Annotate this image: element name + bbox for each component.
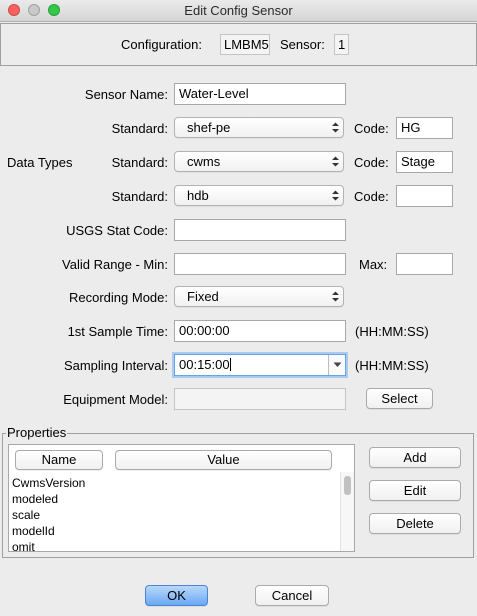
list-item[interactable]: modelId [12, 524, 55, 538]
scrollbar-thumb[interactable] [344, 476, 351, 495]
title-bar: Edit Config Sensor [0, 0, 477, 22]
window-title: Edit Config Sensor [184, 3, 293, 18]
updown-arrows-icon [332, 291, 339, 302]
updown-arrows-icon [332, 156, 339, 167]
code-input-2[interactable]: Stage [396, 151, 453, 173]
data-types-label: Data Types [7, 155, 73, 170]
standard-label-1: Standard: [111, 121, 168, 136]
add-property-button[interactable]: Add [369, 447, 461, 468]
edit-property-button[interactable]: Edit [369, 480, 461, 501]
equipment-model-label: Equipment Model: [63, 392, 168, 407]
cancel-button[interactable]: Cancel [255, 585, 329, 606]
sampling-interval-input[interactable]: 00:15:00 [174, 354, 346, 376]
first-sample-time-format-hint: (HH:MM:SS) [355, 324, 429, 339]
sensor-name-label: Sensor Name: [84, 87, 168, 102]
sensor-value: 1 [334, 34, 349, 55]
select-equipment-button[interactable]: Select [366, 388, 433, 409]
recording-mode-label: Recording Mode: [69, 290, 168, 305]
standard-select-1[interactable]: shef-pe [174, 117, 344, 138]
usgs-stat-code-input[interactable] [174, 219, 346, 241]
usgs-stat-code-label: USGS Stat Code: [66, 223, 168, 238]
sampling-interval-label: Sampling Interval: [63, 358, 168, 373]
code-label-2: Code: [354, 155, 389, 170]
valid-range-min-input[interactable] [174, 253, 346, 275]
code-label-1: Code: [354, 121, 389, 136]
list-item[interactable]: scale [12, 508, 40, 522]
ok-button[interactable]: OK [145, 585, 208, 606]
updown-arrows-icon [332, 122, 339, 133]
text-cursor [229, 358, 231, 371]
max-label: Max: [359, 257, 388, 272]
recording-mode-value: Fixed [187, 289, 219, 304]
updown-arrows-icon [332, 190, 339, 201]
sampling-interval-dropdown-button[interactable] [328, 355, 345, 375]
standard-select-3-value: hdb [187, 188, 209, 203]
standard-select-2[interactable]: cwms [174, 151, 344, 172]
column-header-value[interactable]: Value [115, 450, 332, 470]
sensor-label: Sensor: [280, 37, 325, 52]
list-item[interactable]: modeled [12, 492, 58, 506]
properties-table[interactable]: Name Value CwmsVersion modeled scale mod… [8, 444, 355, 552]
code-input-1[interactable]: HG [396, 117, 453, 139]
standard-label-2: Standard: [111, 155, 168, 170]
properties-scrollbar[interactable] [340, 472, 354, 551]
list-item[interactable]: omit [12, 540, 35, 551]
sampling-interval-format-hint: (HH:MM:SS) [355, 358, 429, 373]
first-sample-time-input[interactable]: 00:00:00 [174, 320, 346, 342]
standard-select-3[interactable]: hdb [174, 185, 344, 206]
sensor-name-input[interactable]: Water-Level [174, 83, 346, 105]
standard-label-3: Standard: [111, 189, 168, 204]
first-sample-time-label: 1st Sample Time: [67, 324, 168, 339]
column-header-name[interactable]: Name [15, 450, 103, 470]
equipment-model-value [174, 388, 346, 410]
properties-title: Properties [6, 425, 68, 441]
valid-range-max-input[interactable] [396, 253, 453, 275]
sampling-interval-value: 00:15:00 [179, 357, 230, 372]
standard-select-2-value: cwms [187, 154, 221, 169]
list-item[interactable]: CwmsVersion [12, 476, 85, 490]
recording-mode-select[interactable]: Fixed [174, 286, 344, 307]
standard-select-1-value: shef-pe [187, 120, 231, 135]
valid-range-min-label: Valid Range - Min: [62, 257, 168, 272]
chevron-down-icon [333, 362, 342, 367]
configuration-value: LMBM5 [220, 34, 270, 55]
configuration-label: Configuration: [121, 37, 202, 52]
code-label-3: Code: [354, 189, 389, 204]
code-input-3[interactable] [396, 185, 453, 207]
delete-property-button[interactable]: Delete [369, 513, 461, 534]
